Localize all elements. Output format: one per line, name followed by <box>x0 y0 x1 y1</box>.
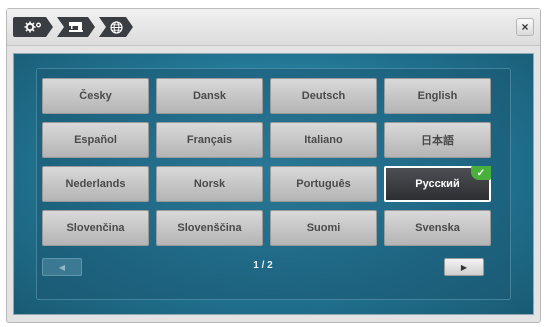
language-label: Français <box>186 134 233 146</box>
language-button-svenska[interactable]: Svenska <box>384 210 491 246</box>
sewing-machine-icon <box>68 21 84 33</box>
language-button-espanol[interactable]: Español <box>42 122 149 158</box>
breadcrumb-language[interactable] <box>99 17 133 37</box>
language-label: English <box>417 90 458 102</box>
language-label: Italiano <box>304 134 343 146</box>
language-button-suomi[interactable]: Suomi <box>270 210 377 246</box>
globe-icon <box>110 21 123 34</box>
language-button-norsk[interactable]: Norsk <box>156 166 263 202</box>
language-button-nederlands[interactable]: Nederlands <box>42 166 149 202</box>
next-page-button[interactable]: ▶ <box>444 258 484 276</box>
breadcrumb-settings[interactable] <box>13 17 53 37</box>
language-label: Slovenščina <box>177 222 242 234</box>
language-button-portugues[interactable]: Português <box>270 166 377 202</box>
language-label: Deutsch <box>301 90 346 102</box>
chevron-right-icon: ▶ <box>460 262 468 272</box>
language-label: Nederlands <box>65 178 126 190</box>
language-label: Dansk <box>192 90 227 102</box>
close-icon: × <box>521 20 529 34</box>
close-button[interactable]: × <box>516 18 534 36</box>
language-button-italiano[interactable]: Italiano <box>270 122 377 158</box>
language-button-francais[interactable]: Français <box>156 122 263 158</box>
page-indicator: 1 / 2 <box>253 260 273 271</box>
language-settings-window: × Česky Dansk Deutsch English Español Fr… <box>6 8 541 323</box>
language-screen: Česky Dansk Deutsch English Español Fran… <box>13 53 534 315</box>
language-button-japanese[interactable]: 日本語 <box>384 122 491 158</box>
language-button-dansk[interactable]: Dansk <box>156 78 263 114</box>
language-label: Suomi <box>306 222 341 234</box>
language-button-slovencina[interactable]: Slovenčina <box>42 210 149 246</box>
top-bar: × <box>7 9 540 46</box>
language-label: Русский <box>415 178 460 190</box>
language-label: Slovenčina <box>66 222 125 234</box>
settings-gears-icon <box>24 21 42 33</box>
breadcrumb <box>13 17 137 37</box>
pagination: ◀ 1 / 2 ▶ <box>42 258 484 276</box>
language-label: Español <box>74 134 117 146</box>
language-button-slovenscina[interactable]: Slovenščina <box>156 210 263 246</box>
language-grid: Česky Dansk Deutsch English Español Fran… <box>42 78 491 246</box>
language-label: Svenska <box>415 222 460 234</box>
checkmark-icon: ✓ <box>471 166 491 180</box>
language-label: Česky <box>79 90 112 102</box>
breadcrumb-machine[interactable] <box>57 17 95 37</box>
language-button-cesky[interactable]: Česky <box>42 78 149 114</box>
language-label: Português <box>296 178 351 190</box>
language-button-russian-selected[interactable]: Русский ✓ <box>384 166 491 202</box>
language-label: Norsk <box>193 178 226 190</box>
language-label: 日本語 <box>421 135 454 147</box>
language-button-english[interactable]: English <box>384 78 491 114</box>
language-button-deutsch[interactable]: Deutsch <box>270 78 377 114</box>
